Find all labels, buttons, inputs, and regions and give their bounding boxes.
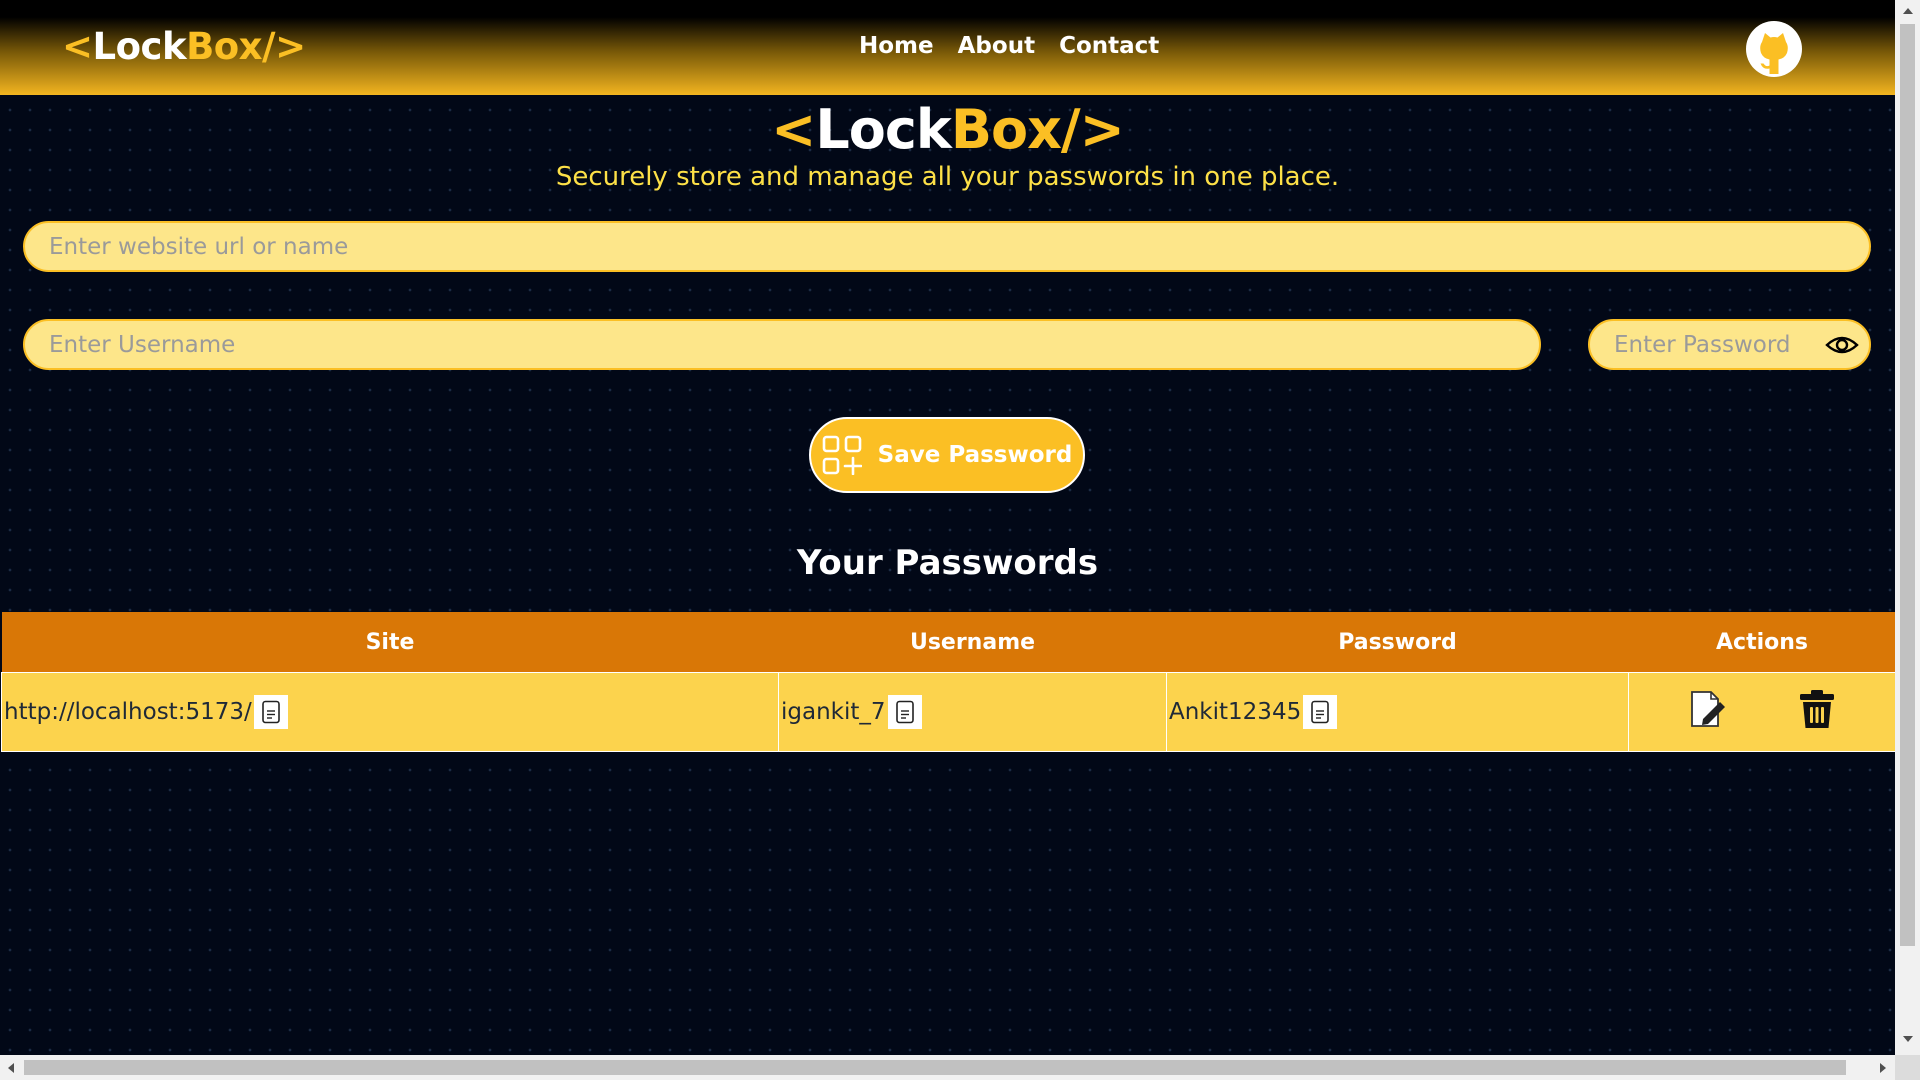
github-icon[interactable] <box>1745 20 1803 78</box>
title-box: Box/ <box>950 98 1081 161</box>
vertical-scrollbar-thumb[interactable] <box>1900 24 1915 946</box>
password-field <box>1588 319 1871 370</box>
table-header-row: Site Username Password Actions <box>1 612 1896 673</box>
scroll-right-icon[interactable] <box>1880 1063 1886 1073</box>
eye-icon[interactable] <box>1825 331 1859 359</box>
edit-icon[interactable] <box>1689 689 1727 735</box>
nav-links: Home About Contact <box>859 33 1159 59</box>
column-header-username: Username <box>778 612 1167 673</box>
save-password-button[interactable]: Save Password <box>809 417 1085 493</box>
password-cell: Ankit12345 <box>1166 672 1629 752</box>
navbar: <LockBox/> Home About Contact <box>0 0 1895 95</box>
logo[interactable]: <LockBox/> <box>62 25 306 68</box>
scroll-down-icon[interactable] <box>1903 1036 1913 1042</box>
copy-icon[interactable] <box>253 695 288 729</box>
title-lock: Lock <box>815 98 951 161</box>
scroll-left-icon[interactable] <box>8 1063 14 1073</box>
scroll-up-icon[interactable] <box>1903 8 1913 14</box>
trash-icon[interactable] <box>1799 689 1835 735</box>
actions-cell <box>1628 672 1896 752</box>
site-input[interactable] <box>23 221 1871 272</box>
copy-icon[interactable] <box>887 695 922 729</box>
title-lt: < <box>771 98 816 161</box>
passwords-heading: Your Passwords <box>796 543 1099 583</box>
nav-link-about[interactable]: About <box>958 33 1035 59</box>
page-title: <LockBox/> <box>0 98 1895 161</box>
password-value[interactable]: Ankit12345 <box>1169 699 1301 725</box>
logo-box: Box/ <box>186 25 276 68</box>
title-gt: > <box>1079 98 1125 161</box>
logo-lt: < <box>62 25 93 68</box>
scrollbar-corner <box>1895 1055 1920 1080</box>
save-password-label: Save Password <box>877 442 1073 468</box>
column-header-password: Password <box>1166 612 1629 673</box>
nav-link-home[interactable]: Home <box>859 33 934 59</box>
horizontal-scrollbar-thumb[interactable] <box>24 1060 1846 1075</box>
username-cell: igankit_7 <box>778 672 1167 752</box>
site-cell: http://localhost:5173/ <box>1 672 779 752</box>
username-value[interactable]: igankit_7 <box>781 699 886 725</box>
passwords-table: Site Username Password Actions http://lo… <box>1 612 1896 752</box>
copy-icon[interactable] <box>1303 695 1338 729</box>
horizontal-scrollbar[interactable] <box>0 1055 1895 1080</box>
tagline: Securely store and manage all your passw… <box>555 162 1340 192</box>
logo-gt: > <box>275 25 306 68</box>
vertical-scrollbar[interactable] <box>1895 0 1920 1080</box>
username-input[interactable] <box>23 319 1541 370</box>
column-header-site: Site <box>1 612 779 673</box>
logo-lock: Lock <box>92 25 187 68</box>
site-value[interactable]: http://localhost:5173/ <box>4 699 252 725</box>
add-grid-icon <box>822 435 862 476</box>
table-row: http://localhost:5173/ igankit_7 Ankit12… <box>1 672 1896 752</box>
nav-link-contact[interactable]: Contact <box>1059 33 1159 59</box>
column-header-actions: Actions <box>1628 612 1896 673</box>
